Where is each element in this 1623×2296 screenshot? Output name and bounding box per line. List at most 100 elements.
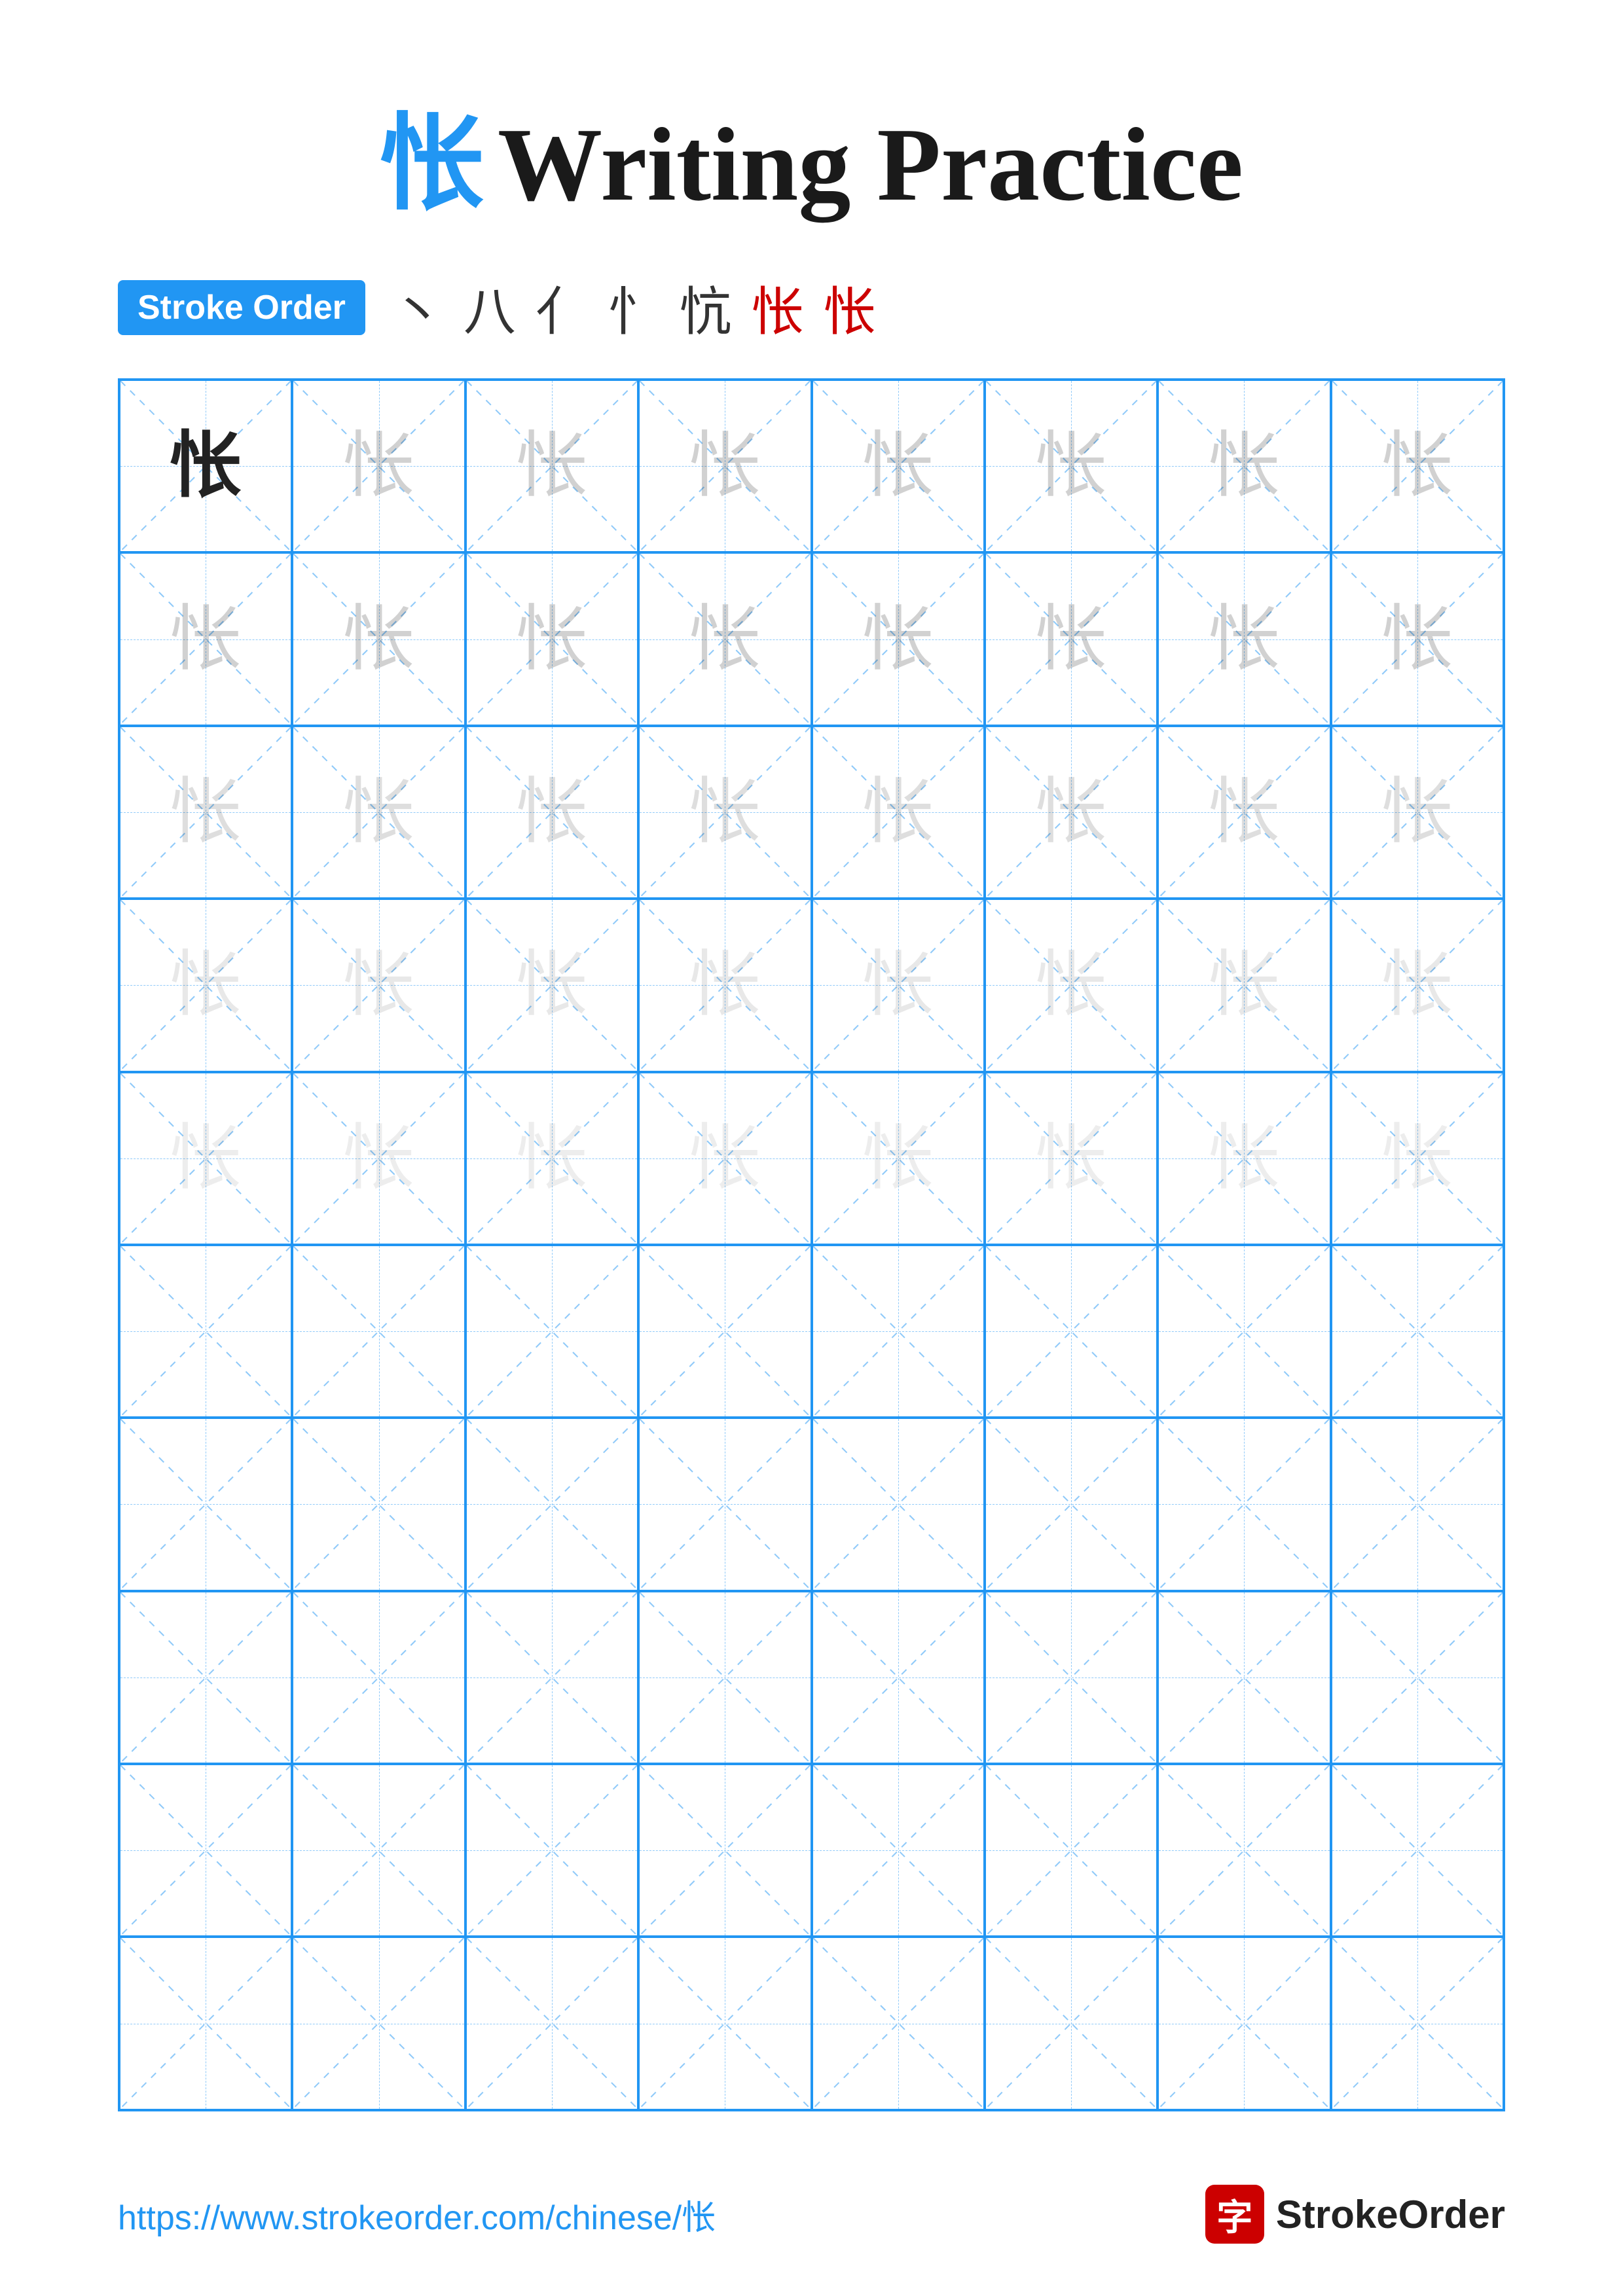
practice-char: 怅 <box>516 949 588 1021</box>
grid-cell[interactable] <box>1331 1764 1504 1937</box>
grid-cell[interactable] <box>1331 1245 1504 1418</box>
grid-cell[interactable]: 怅 <box>119 380 292 552</box>
grid-cell[interactable]: 怅 <box>465 380 638 552</box>
grid-cell[interactable] <box>985 1418 1158 1590</box>
grid-cell[interactable]: 怅 <box>465 552 638 725</box>
grid-cell[interactable]: 怅 <box>1331 1072 1504 1245</box>
grid-cell[interactable]: 怅 <box>638 552 811 725</box>
grid-cell[interactable]: 怅 <box>119 726 292 899</box>
grid-cell[interactable]: 怅 <box>985 552 1158 725</box>
grid-cell[interactable]: 怅 <box>292 899 465 1071</box>
stroke-order-row: Stroke Order 丶 八 亻 忄 忼 怅 怅 <box>118 270 1544 346</box>
grid-cell[interactable]: 怅 <box>985 380 1158 552</box>
practice-char: 怅 <box>1208 776 1280 848</box>
grid-cell[interactable] <box>985 1764 1158 1937</box>
practice-char: 怅 <box>1208 603 1280 675</box>
grid-cell[interactable]: 怅 <box>119 552 292 725</box>
grid-cell[interactable]: 怅 <box>119 899 292 1071</box>
grid-cell[interactable] <box>119 1764 292 1937</box>
grid-cell[interactable] <box>985 1591 1158 1764</box>
grid-cell[interactable]: 怅 <box>292 1072 465 1245</box>
practice-char: 怅 <box>1381 949 1453 1021</box>
practice-char: 怅 <box>1035 430 1107 502</box>
grid-cell[interactable]: 怅 <box>812 899 985 1071</box>
grid-cell[interactable] <box>292 1764 465 1937</box>
grid-cell[interactable] <box>1331 1418 1504 1590</box>
grid-cell[interactable]: 怅 <box>292 380 465 552</box>
grid-cell[interactable]: 怅 <box>812 1072 985 1245</box>
grid-cell[interactable]: 怅 <box>1158 380 1330 552</box>
grid-cell[interactable]: 怅 <box>638 899 811 1071</box>
grid-cell[interactable]: 怅 <box>465 1072 638 1245</box>
grid-cell[interactable]: 怅 <box>292 726 465 899</box>
grid-cell[interactable]: 怅 <box>1158 899 1330 1071</box>
grid-cell[interactable]: 怅 <box>1331 552 1504 725</box>
grid-cell[interactable] <box>119 1418 292 1590</box>
stroke-2: 八 <box>464 270 516 346</box>
grid-cell[interactable] <box>812 1418 985 1590</box>
grid-cell[interactable] <box>465 1245 638 1418</box>
grid-cell[interactable] <box>638 1764 811 1937</box>
grid-cell[interactable] <box>638 1937 811 2109</box>
practice-char: 怅 <box>516 430 588 502</box>
practice-char: 怅 <box>343 1122 415 1194</box>
grid-cell[interactable]: 怅 <box>1158 726 1330 899</box>
grid-cell[interactable] <box>119 1591 292 1764</box>
grid-cell[interactable] <box>638 1245 811 1418</box>
grid-cell[interactable] <box>638 1591 811 1764</box>
stroke-7: 怅 <box>824 270 876 346</box>
practice-grid: 怅 怅 怅 怅 怅 怅 怅 怅 <box>118 378 1505 2111</box>
grid-cell[interactable] <box>292 1245 465 1418</box>
grid-cell[interactable] <box>812 1245 985 1418</box>
grid-cell[interactable] <box>812 1764 985 1937</box>
grid-cell[interactable] <box>812 1937 985 2109</box>
grid-cell[interactable]: 怅 <box>1158 552 1330 725</box>
grid-cell[interactable]: 怅 <box>465 726 638 899</box>
grid-cell[interactable] <box>1331 1937 1504 2109</box>
grid-cell[interactable]: 怅 <box>1331 380 1504 552</box>
grid-cell[interactable] <box>119 1245 292 1418</box>
grid-cell[interactable] <box>638 1418 811 1590</box>
grid-cell[interactable] <box>985 1245 1158 1418</box>
grid-cell[interactable] <box>465 1418 638 1590</box>
stroke-6: 怅 <box>752 270 804 346</box>
grid-cell[interactable]: 怅 <box>1331 899 1504 1071</box>
grid-cell[interactable]: 怅 <box>465 899 638 1071</box>
grid-cell[interactable] <box>465 1591 638 1764</box>
grid-cell[interactable] <box>465 1937 638 2109</box>
grid-cell[interactable]: 怅 <box>638 380 811 552</box>
grid-cell[interactable]: 怅 <box>292 552 465 725</box>
grid-cell[interactable]: 怅 <box>812 380 985 552</box>
grid-cell[interactable] <box>1158 1245 1330 1418</box>
grid-cell[interactable]: 怅 <box>1331 726 1504 899</box>
practice-char: 怅 <box>170 1122 242 1194</box>
practice-char: 怅 <box>689 603 761 675</box>
grid-cell[interactable] <box>1331 1591 1504 1764</box>
grid-cell[interactable]: 怅 <box>985 1072 1158 1245</box>
grid-cell[interactable] <box>292 1937 465 2109</box>
grid-cell[interactable] <box>465 1764 638 1937</box>
grid-cell[interactable] <box>812 1591 985 1764</box>
grid-cell[interactable]: 怅 <box>638 1072 811 1245</box>
grid-cell[interactable]: 怅 <box>119 1072 292 1245</box>
grid-cell[interactable]: 怅 <box>1158 1072 1330 1245</box>
grid-cell[interactable] <box>292 1418 465 1590</box>
grid-cell[interactable] <box>1158 1937 1330 2109</box>
grid-cell[interactable] <box>292 1591 465 1764</box>
footer-url[interactable]: https://www.strokeorder.com/chinese/怅 <box>118 2190 716 2239</box>
grid-cell[interactable] <box>1158 1591 1330 1764</box>
grid-cell[interactable]: 怅 <box>638 726 811 899</box>
footer-brand: 字 StrokeOrder <box>1205 2185 1505 2244</box>
grid-cell[interactable] <box>1158 1764 1330 1937</box>
grid-cell[interactable]: 怅 <box>812 726 985 899</box>
grid-cell[interactable] <box>985 1937 1158 2109</box>
stroke-5: 忼 <box>680 270 732 346</box>
practice-char: 怅 <box>343 430 415 502</box>
grid-cell[interactable]: 怅 <box>985 726 1158 899</box>
grid-cell[interactable] <box>119 1937 292 2109</box>
grid-cell[interactable]: 怅 <box>985 899 1158 1071</box>
practice-char: 怅 <box>1208 430 1280 502</box>
grid-cell[interactable] <box>1158 1418 1330 1590</box>
practice-char: 怅 <box>343 776 415 848</box>
grid-cell[interactable]: 怅 <box>812 552 985 725</box>
